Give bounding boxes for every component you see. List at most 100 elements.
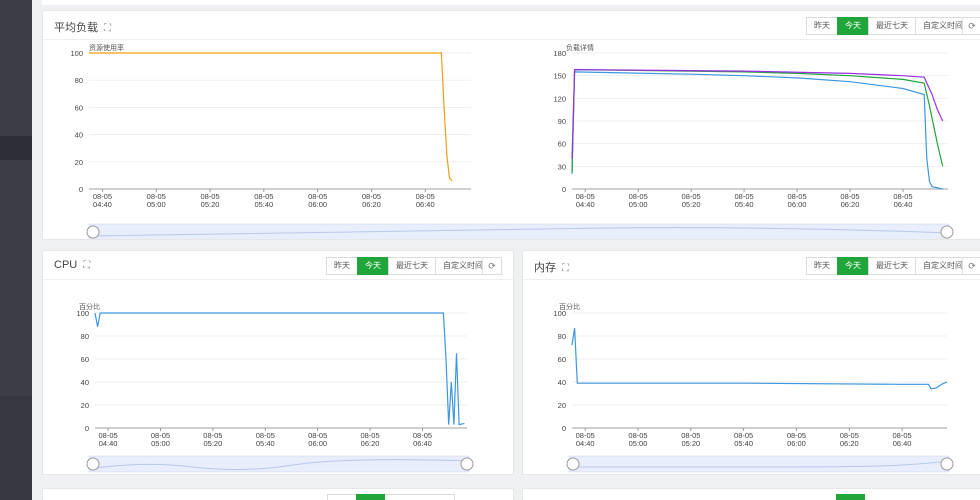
series-line <box>94 312 465 426</box>
load-detail-chart: 负载详情030609012015018008-0504:4008-0505:00… <box>553 43 948 209</box>
x-tick-label-time: 06:40 <box>416 200 435 209</box>
panel-title: 平均负载 ⛶ <box>54 22 111 34</box>
y-tick-label: 60 <box>558 140 566 149</box>
range-button-group: 昨天 今天 最近七天 自定义时间 <box>806 17 971 35</box>
y-tick-label: 100 <box>553 309 566 318</box>
x-tick-label-time: 06:40 <box>894 200 913 209</box>
load-panel: 平均负载 ⛶ 昨天 今天 最近七天 自定义时间 ⟳ 资源使用率 0 20 40 60 80 100 0… <box>42 10 980 240</box>
series-line <box>571 68 944 159</box>
x-tick-label-time: 04:40 <box>576 200 595 209</box>
bottom-right-panel <box>522 488 980 500</box>
x-tick-label-time: 06:40 <box>893 439 912 448</box>
y-tick-label: 0 <box>85 424 89 433</box>
memory-panel: 内存 ⛶ 昨天 今天 最近七天 自定义时间 ⟳ 百分比 0 20 40 60 80 100 08-05… <box>522 250 980 475</box>
x-tick-label-time: 04:40 <box>93 200 112 209</box>
x-tick-label-time: 05:20 <box>203 439 222 448</box>
memory-zoom-slider[interactable] <box>566 455 954 473</box>
x-tick-label-time: 05:00 <box>147 200 166 209</box>
y-tick-label: 40 <box>558 378 566 387</box>
range-button[interactable]: 最近七天 <box>388 257 436 275</box>
slider-handle-right[interactable] <box>940 225 954 239</box>
slider-handle-right[interactable] <box>460 457 474 471</box>
panel-header: CPU ⛶ 昨天 今天 最近七天 自定义时间 ⟳ <box>43 251 513 280</box>
range-button[interactable]: 今天 <box>357 257 389 275</box>
y-tick-label: 60 <box>75 103 83 112</box>
x-tick-label-time: 06:20 <box>362 200 381 209</box>
x-tick-label-time: 06:40 <box>413 439 432 448</box>
y-tick-label: 80 <box>75 76 83 85</box>
cpu-chart-area: 百分比02040608010008-0504:4008-0505:0008-05… <box>76 302 474 473</box>
x-tick-label-time: 04:40 <box>576 439 595 448</box>
range-button[interactable]: 今天 <box>837 257 869 275</box>
expand-icon[interactable]: ⛶ <box>104 23 111 34</box>
refresh-icon[interactable]: ⟳ <box>962 17 980 35</box>
range-button[interactable]: 今天 <box>837 17 869 35</box>
cpu-chart: 百分比02040608010008-0504:4008-0505:0008-05… <box>76 302 467 448</box>
range-button[interactable]: 昨天 <box>326 257 358 275</box>
range-button[interactable]: 昨天 <box>806 17 838 35</box>
y-tick-label: 180 <box>553 49 566 58</box>
expand-icon[interactable]: ⛶ <box>83 260 90 271</box>
y-tick-label: 120 <box>553 94 566 103</box>
sidebar <box>0 0 32 500</box>
range-button-group: 昨天 今天 最近七天 自定义时间 <box>806 257 971 275</box>
x-tick-label-time: 05:40 <box>256 439 275 448</box>
y-tick-label: 80 <box>558 332 566 341</box>
panel-header: 平均负载 ⛶ 昨天 今天 最近七天 自定义时间 ⟳ <box>43 11 980 40</box>
y-axis-label: 负载详情 <box>566 43 594 52</box>
bottom-left-panel <box>42 488 514 500</box>
resource-usage-chart: 资源使用率02040608010008-0504:4008-0505:0008-… <box>70 43 471 209</box>
sidebar-active-item[interactable] <box>0 136 32 160</box>
range-button[interactable]: 最近七天 <box>868 17 916 35</box>
y-tick-label: 60 <box>558 355 566 364</box>
cpu-zoom-slider[interactable] <box>86 455 474 473</box>
y-tick-label: 30 <box>558 162 566 171</box>
x-tick-label-time: 05:20 <box>201 200 220 209</box>
y-tick-label: 0 <box>79 185 83 194</box>
range-button[interactable]: 最近七天 <box>868 257 916 275</box>
x-tick-label-time: 06:20 <box>361 439 380 448</box>
memory-chart-area: 百分比02040608010008-0504:4008-0505:0008-05… <box>553 302 954 473</box>
series-line <box>571 71 943 190</box>
x-tick-label-time: 05:40 <box>734 439 753 448</box>
panel-title: 内存 ⛶ <box>534 262 569 274</box>
active-range-button[interactable] <box>836 494 865 500</box>
series-line <box>571 327 948 390</box>
x-tick-label-time: 06:00 <box>308 439 327 448</box>
top-panel-edge <box>42 0 980 5</box>
y-tick-label: 20 <box>75 158 83 167</box>
refresh-icon[interactable]: ⟳ <box>962 257 980 275</box>
y-tick-label: 20 <box>81 401 89 410</box>
x-tick-label-time: 05:00 <box>629 439 648 448</box>
y-tick-label: 100 <box>70 49 83 58</box>
slider-handle-left[interactable] <box>86 457 100 471</box>
load-zoom-slider[interactable] <box>86 223 954 240</box>
y-tick-label: 20 <box>558 401 566 410</box>
expand-icon[interactable]: ⛶ <box>562 263 569 274</box>
x-tick-label-time: 06:00 <box>788 200 807 209</box>
y-tick-label: 0 <box>562 424 566 433</box>
slider-handle-right[interactable] <box>940 457 954 471</box>
range-button-group: 昨天 今天 最近七天 自定义时间 <box>326 257 491 275</box>
range-button[interactable]: 昨天 <box>806 257 838 275</box>
x-tick-label-time: 05:00 <box>151 439 170 448</box>
y-tick-label: 40 <box>75 131 83 140</box>
load-charts: 资源使用率02040608010008-0504:4008-0505:0008-… <box>70 43 954 240</box>
active-range-button[interactable] <box>356 494 385 500</box>
memory-chart: 百分比02040608010008-0504:4008-0505:0008-05… <box>553 302 948 448</box>
y-axis-label: 资源使用率 <box>89 43 124 52</box>
y-tick-label: 150 <box>553 72 566 81</box>
x-tick-label-time: 06:20 <box>840 439 859 448</box>
slider-handle-left[interactable] <box>566 457 580 471</box>
sidebar-lower-section <box>0 396 32 500</box>
y-tick-label: 80 <box>81 332 89 341</box>
x-tick-label-time: 06:00 <box>308 200 327 209</box>
y-tick-label: 90 <box>558 117 566 126</box>
refresh-icon[interactable]: ⟳ <box>482 257 502 275</box>
x-tick-label-time: 06:00 <box>787 439 806 448</box>
slider-handle-left[interactable] <box>86 225 100 239</box>
x-tick-label-time: 06:20 <box>841 200 860 209</box>
panel-header: 内存 ⛶ 昨天 今天 最近七天 自定义时间 ⟳ <box>523 251 980 280</box>
x-tick-label-time: 04:40 <box>99 439 118 448</box>
y-tick-label: 100 <box>76 309 89 318</box>
